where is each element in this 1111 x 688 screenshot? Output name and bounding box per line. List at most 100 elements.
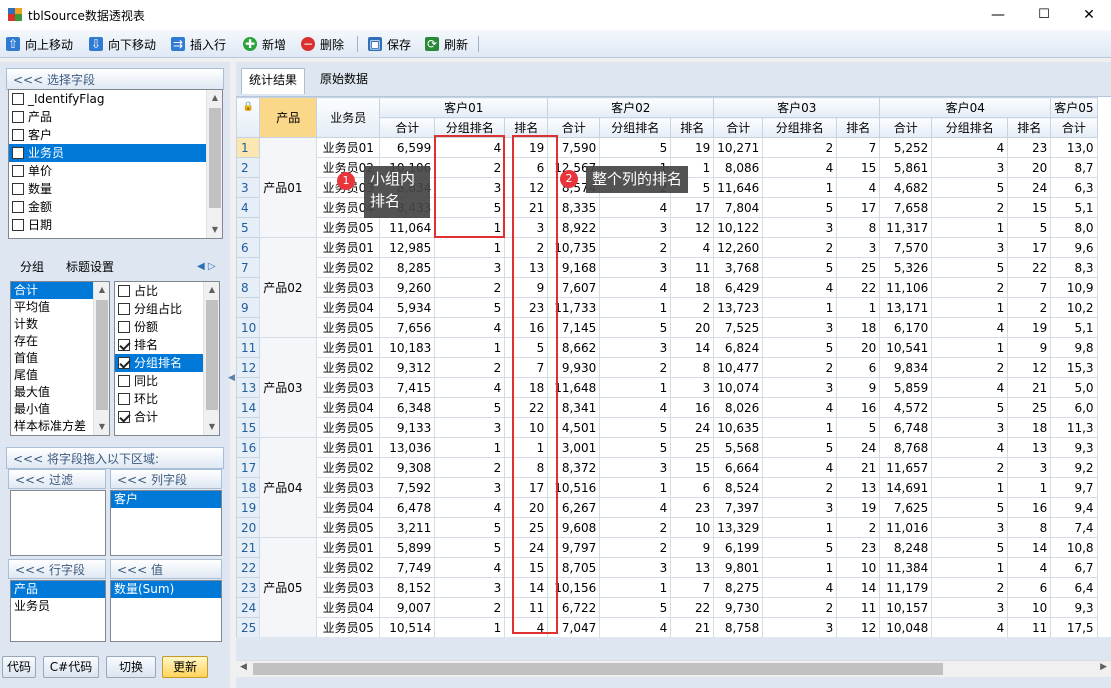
value-cell[interactable]: 25 — [1007, 397, 1052, 418]
value-cell[interactable]: 2 — [599, 237, 672, 258]
value-cell[interactable]: 3 — [762, 217, 838, 238]
header-subcol[interactable]: 排名 — [836, 117, 881, 138]
value-cell[interactable]: 1 — [434, 337, 506, 358]
toolbar-button-0[interactable]: ⇧ 向上移动 — [6, 34, 73, 54]
value-cell[interactable]: 9,3 — [1050, 597, 1098, 618]
value-cell[interactable]: 2 — [762, 477, 838, 498]
value-cell[interactable]: 10,635 — [713, 417, 764, 438]
value-cell[interactable]: 1 — [434, 617, 506, 637]
value-cell[interactable]: 13 — [670, 557, 715, 578]
value-cell[interactable]: 4 — [434, 497, 506, 518]
value-cell[interactable]: 11 — [836, 597, 881, 618]
row-number[interactable]: 14 — [236, 397, 261, 418]
value-cell[interactable]: 5 — [599, 417, 672, 438]
value-cell[interactable]: 7 — [1007, 277, 1052, 298]
value-cell[interactable]: 4 — [434, 377, 506, 398]
header-customer[interactable]: 客户02 — [547, 97, 715, 118]
value-cell[interactable]: 13,0 — [1050, 137, 1098, 158]
value-cell[interactable]: 19 — [1007, 317, 1052, 338]
value-cell[interactable]: 4 — [931, 317, 1009, 338]
value-cell[interactable]: 16 — [670, 397, 715, 418]
value-cell[interactable]: 10,122 — [713, 217, 764, 238]
value-cell[interactable]: 1 — [599, 477, 672, 498]
value-cell[interactable]: 11,064 — [379, 217, 436, 238]
table-row[interactable]: 25 业务员05 10,514 1 4 7,047 4 21 8,758 3 12 10,048 4 11… — [236, 617, 1098, 637]
value-cell[interactable]: 3 — [434, 477, 506, 498]
value-cell[interactable]: 3 — [931, 417, 1009, 438]
value-cell[interactable]: 4 — [599, 277, 672, 298]
value-cell[interactable]: 14 — [670, 337, 715, 358]
value-cell[interactable]: 4,572 — [879, 397, 933, 418]
value-cell[interactable]: 12 — [1007, 357, 1052, 378]
value-cell[interactable]: 3 — [599, 457, 672, 478]
value-cell[interactable]: 9 — [1007, 337, 1052, 358]
value-cell[interactable]: 1 — [931, 337, 1009, 358]
checkbox[interactable] — [118, 303, 130, 315]
value-cell[interactable]: 17,5 — [1050, 617, 1098, 637]
value-cell[interactable]: 4 — [599, 397, 672, 418]
value-cell[interactable]: 9,834 — [879, 357, 933, 378]
value-cell[interactable]: 18 — [836, 317, 881, 338]
value-cell[interactable]: 5 — [931, 537, 1009, 558]
row-number[interactable]: 1 — [236, 137, 261, 158]
value-cell[interactable]: 17 — [1007, 237, 1052, 258]
value-cell[interactable]: 22 — [836, 277, 881, 298]
value-cell[interactable]: 6,3 — [1050, 177, 1098, 198]
value-cell[interactable]: 4 — [931, 137, 1009, 158]
value-cell[interactable]: 17 — [670, 197, 715, 218]
value-cell[interactable]: 2 — [762, 357, 838, 378]
value-cell[interactable]: 8 — [670, 357, 715, 378]
code-button[interactable]: 代码 — [2, 656, 36, 678]
row-number[interactable]: 24 — [236, 597, 261, 618]
salesperson-cell[interactable]: 业务员05 — [316, 317, 381, 338]
toolbar-button-5[interactable]: ▣ 保存 — [368, 34, 411, 54]
value-cell[interactable]: 9,133 — [379, 417, 436, 438]
value-cell[interactable]: 1 — [931, 557, 1009, 578]
value-cell[interactable]: 4 — [599, 197, 672, 218]
value-cell[interactable]: 10,9 — [1050, 277, 1098, 298]
value-cell[interactable]: 5,1 — [1050, 197, 1098, 218]
value-cell[interactable]: 2 — [1007, 297, 1052, 318]
value-cell[interactable]: 9,3 — [1050, 437, 1098, 458]
field-item[interactable]: 日期 — [9, 216, 222, 234]
row-number[interactable]: 2 — [236, 157, 261, 178]
value-cell[interactable]: 4 — [762, 577, 838, 598]
value-cell[interactable]: 5,899 — [379, 537, 436, 558]
value-cell[interactable]: 10,2 — [1050, 297, 1098, 318]
salesperson-cell[interactable]: 业务员04 — [316, 597, 381, 618]
value-cell[interactable]: 19 — [670, 137, 715, 158]
splitter-handle-icon[interactable]: ◀ — [228, 370, 236, 386]
row-field-item[interactable]: 产品 — [11, 581, 105, 598]
value-cell[interactable]: 4 — [599, 497, 672, 518]
value-cell[interactable]: 10,541 — [879, 337, 933, 358]
value-cell[interactable]: 1 — [931, 477, 1009, 498]
value-cell[interactable]: 9,2 — [1050, 457, 1098, 478]
value-cell[interactable]: 5,1 — [1050, 317, 1098, 338]
value-cell[interactable]: 12,985 — [379, 237, 436, 258]
value-cell[interactable]: 9 — [670, 537, 715, 558]
checkbox[interactable] — [12, 111, 24, 123]
value-cell[interactable]: 8 — [836, 217, 881, 238]
salesperson-cell[interactable]: 业务员04 — [316, 397, 381, 418]
value-cell[interactable]: 4 — [762, 277, 838, 298]
value-cell[interactable]: 6,170 — [879, 317, 933, 338]
checkbox[interactable] — [118, 285, 130, 297]
row-number[interactable]: 8 — [236, 277, 261, 298]
value-cell[interactable]: 5 — [599, 137, 672, 158]
header-customer[interactable]: 客户05 — [1050, 97, 1098, 118]
table-row[interactable]: 18 业务员03 7,592 3 17 10,516 1 6 8,524 2 13 14,691 1 1 9… — [236, 477, 1098, 498]
table-row[interactable]: 9 业务员04 5,934 5 23 11,733 1 2 13,723 1 1 13,171 1 2 10… — [236, 297, 1098, 318]
value-cell[interactable]: 4 — [1007, 557, 1052, 578]
switch-button[interactable]: 切换 — [106, 656, 156, 678]
value-cell[interactable]: 16 — [836, 397, 881, 418]
value-cell[interactable]: 2 — [931, 357, 1009, 378]
value-cell[interactable]: 7 — [836, 137, 881, 158]
maximize-button[interactable]: ☐ — [1021, 0, 1067, 30]
value-cell[interactable]: 3 — [931, 597, 1009, 618]
value-cell[interactable]: 4 — [931, 377, 1009, 398]
value-cell[interactable]: 2 — [931, 577, 1009, 598]
field-item[interactable]: 单价 — [9, 162, 222, 180]
checkbox[interactable] — [12, 165, 24, 177]
salesperson-cell[interactable]: 业务员01 — [316, 137, 381, 158]
value-cell[interactable]: 3 — [434, 417, 506, 438]
